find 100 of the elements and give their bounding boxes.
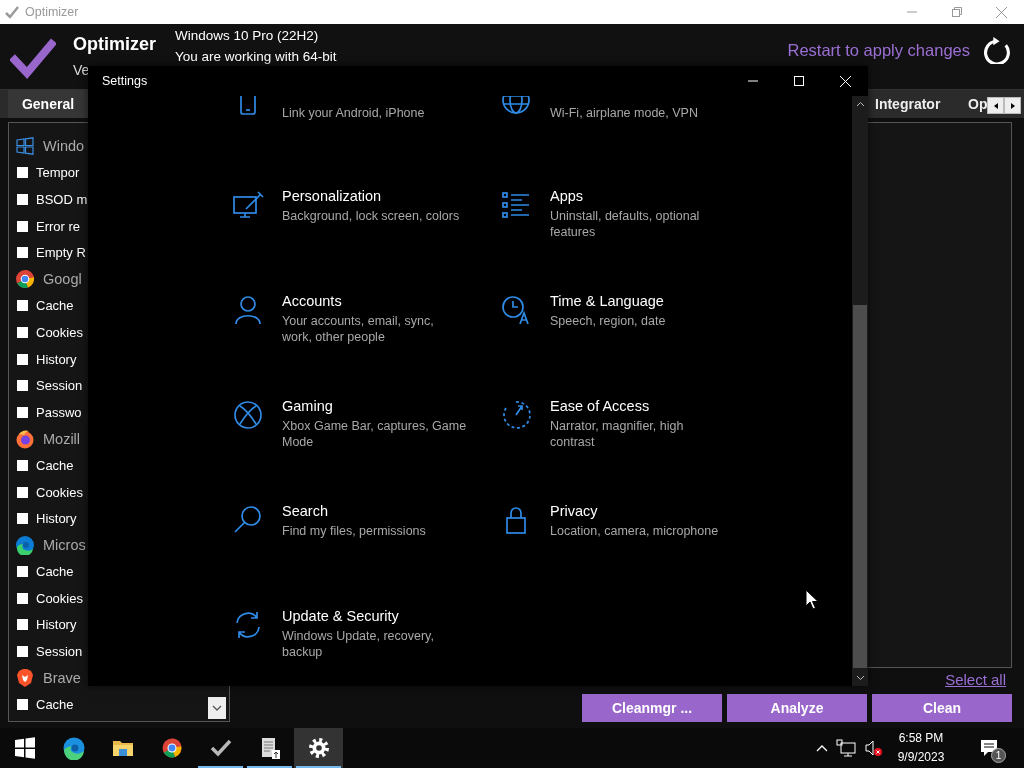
close-icon (839, 75, 851, 87)
version-text: Ve (73, 60, 90, 80)
tab[interactable]: Op (958, 90, 1024, 118)
browser-icon (15, 269, 35, 290)
category-description: Location, camera, microphone (550, 523, 719, 539)
category-description: Xbox Game Bar, captures, Game Mode (282, 418, 467, 450)
os-text: Windows 10 Pro (22H2) (175, 27, 320, 45)
checkbox[interactable] (17, 220, 28, 232)
checkbox[interactable] (17, 167, 28, 179)
action-button[interactable]: Cleanmgr ... (582, 694, 722, 722)
checkbox[interactable] (17, 699, 28, 711)
chevron-down-icon (212, 705, 222, 711)
option-label: Passwo (36, 404, 82, 420)
checkbox[interactable] (17, 513, 28, 525)
checkbox[interactable] (17, 566, 28, 578)
checkbox[interactable] (17, 619, 28, 631)
category-title: Privacy (550, 502, 599, 521)
window-title: Optimizer (25, 5, 79, 19)
monitor-pen-icon[interactable] (232, 189, 264, 221)
checkbox[interactable] (17, 459, 28, 471)
right-arrow-icon (1009, 101, 1016, 110)
maximize-icon (794, 76, 804, 86)
chevron-down-icon (855, 675, 865, 681)
select-all-link[interactable]: Select all (945, 670, 1006, 688)
category-title: Update & Security (282, 607, 400, 626)
refresh-icon[interactable] (984, 36, 1012, 64)
option-label: Cache (36, 298, 74, 314)
scroll-right-button[interactable] (1004, 97, 1021, 114)
option-label: Error re (36, 218, 81, 234)
category-title: Search (282, 502, 329, 521)
checkbox[interactable] (17, 247, 28, 259)
restore-icon (951, 7, 962, 17)
category-title: Personalization (282, 187, 383, 206)
action-button[interactable]: Analyze (727, 694, 867, 722)
scroll-left-button[interactable] (987, 97, 1004, 114)
restart-link[interactable]: Restart to apply changes (787, 40, 970, 60)
time-text: 6:58 PM (898, 730, 944, 747)
option-label: Cache (36, 564, 74, 580)
network-icon[interactable] (836, 739, 856, 757)
group-title: Brave (43, 670, 81, 687)
checkbox[interactable] (17, 326, 28, 338)
checkbox[interactable] (17, 194, 28, 205)
date-text: 9/9/2023 (897, 749, 945, 766)
scrollbar-thumb[interactable] (853, 305, 867, 668)
category-description: Windows Update, recovery, backup (282, 628, 434, 660)
architecture-text: You are working with 64-bit (175, 48, 337, 66)
taskbar-button[interactable] (294, 728, 343, 768)
category-description: Find my files, permissions (282, 523, 426, 539)
category-title: Gaming (282, 397, 334, 416)
option-label: Cookies (36, 484, 83, 500)
group-title: Micros (43, 537, 86, 554)
category-description: Narrator, magnifier, high contrast (550, 418, 684, 450)
cursor-icon (805, 589, 819, 610)
category-title: Accounts (282, 292, 343, 311)
category-description: Your accounts, email, sync, work, other people (282, 313, 434, 345)
group-title: Windo (43, 138, 85, 155)
checkbox[interactable] (17, 406, 28, 418)
option-label: History (36, 617, 77, 633)
option-label: Session (36, 644, 83, 660)
shield-icon (15, 668, 35, 689)
left-arrow-icon (992, 101, 999, 110)
list-icon[interactable] (500, 189, 532, 221)
browser-icon (15, 428, 35, 449)
option-label: Cache (36, 457, 74, 473)
checkmark-icon (4, 4, 20, 20)
option-label: Session (36, 378, 83, 394)
checkbox[interactable] (17, 646, 28, 658)
category-description: Background, lock screen, colors (282, 208, 460, 224)
group-title: Googl (43, 271, 82, 288)
four-panes-icon (15, 136, 35, 157)
category-description: Wi-Fi, airplane mode, VPN (550, 105, 698, 121)
start-icon (12, 736, 37, 760)
group-title: Mozill (43, 430, 81, 447)
checkbox[interactable] (17, 592, 28, 604)
category-title: Time & Language (550, 292, 665, 311)
option-label: Cache (36, 697, 74, 713)
dial-icon[interactable] (500, 399, 532, 431)
person-icon[interactable] (232, 294, 264, 326)
x-circle-icon[interactable] (232, 399, 264, 431)
notification-badge: 1 (991, 748, 1006, 763)
category-description: Uninstall, defaults, optional features (550, 208, 700, 240)
volume-muted-icon[interactable] (864, 739, 882, 757)
checkbox[interactable] (17, 300, 28, 312)
category-title: Ease of Access (550, 397, 651, 416)
option-label: History (36, 351, 77, 367)
browser-icon (61, 736, 86, 760)
option-label: BSOD m (36, 192, 88, 207)
checkbox[interactable] (17, 380, 28, 392)
clock-icon[interactable] (500, 294, 532, 326)
option-label: Cookies (36, 590, 83, 606)
chevron-up-icon[interactable] (816, 743, 828, 753)
checkbox[interactable] (17, 486, 28, 498)
action-button[interactable]: Clean (872, 694, 1012, 722)
category-title: Apps (550, 187, 585, 206)
tab[interactable]: Integrator (866, 90, 958, 118)
app-name: Optimizer (73, 32, 156, 56)
checkbox[interactable] (17, 353, 28, 365)
option-label: Empty R (36, 245, 86, 261)
tab[interactable]: General (8, 90, 88, 118)
option-label: Tempor (36, 165, 80, 181)
